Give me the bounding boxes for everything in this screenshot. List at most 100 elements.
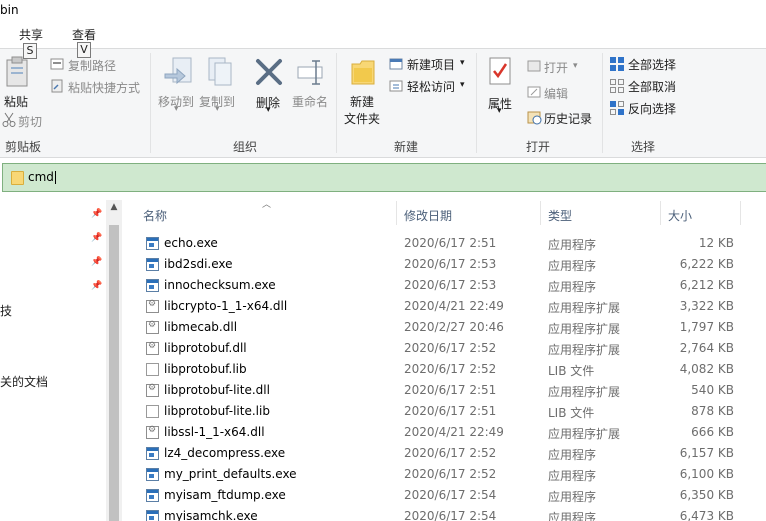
column-divider[interactable] [396,201,397,225]
file-type: LIB 文件 [548,364,595,378]
new-item-dropdown-icon: ▾ [460,58,465,68]
file-size: 2,764 KB [679,341,734,355]
file-name: libssl-1_1-x64.dll [164,425,265,439]
file-type: 应用程序扩展 [548,301,621,315]
open-icon [527,60,541,72]
paste-button[interactable]: 粘贴 [4,93,28,110]
sort-ascending-icon: ︿ [262,200,272,210]
copy-to-dropdown-icon: ▾ [215,104,220,114]
file-size: 3,322 KB [679,299,734,313]
file-modified: 2020/6/17 2:54 [404,509,497,521]
file-row[interactable]: innochecksum.exe 2020/6/17 2:53 应用程序 6,212 … [124,275,766,296]
column-divider[interactable] [740,201,741,225]
column-divider[interactable] [540,201,541,225]
new-folder-button[interactable]: 新建 [350,93,374,110]
file-modified: 2020/6/17 2:52 [404,467,497,481]
file-row[interactable]: echo.exe 2020/6/17 2:51 应用程序 12 KB [124,233,766,254]
file-name: libcrypto-1_1-x64.dll [164,299,288,313]
paste-shortcut-button[interactable]: 粘贴快捷方式 [68,79,140,96]
copy-to-icon [208,57,232,86]
paste-icon [6,56,28,87]
exe-icon [146,510,159,521]
invert-selection-button[interactable]: 反向选择 [628,100,676,117]
file-type: 应用程序 [548,469,597,483]
invert-selection-icon [610,101,624,115]
file-size: 1,797 KB [679,320,734,334]
scroll-up-arrow-icon[interactable]: ▲ [106,202,122,216]
file-size: 4,082 KB [679,362,734,376]
file-row[interactable]: libprotobuf.lib 2020/6/17 2:52 LIB 文件 4,082… [124,359,766,380]
address-bar[interactable]: cmd [2,163,766,192]
exe-icon [146,447,159,460]
nav-item-fragment[interactable]: 技 [0,302,12,319]
exe-icon [146,279,159,292]
file-row[interactable]: lz4_decompress.exe 2020/6/17 2:52 应用程序 6,15… [124,443,766,464]
tab-view[interactable]: 查看 [72,26,96,43]
select-none-button[interactable]: 全部取消 [628,78,676,95]
file-type: 应用程序扩展 [548,343,621,357]
column-divider[interactable] [660,201,661,225]
file-size: 12 KB [698,236,734,250]
file-row[interactable]: libprotobuf.dll 2020/6/17 2:52 应用程序扩展 2,764… [124,338,766,359]
new-item-button[interactable]: 新建项目 [407,56,455,73]
file-name: libprotobuf-lite.dll [164,383,270,397]
easy-access-dropdown-icon: ▾ [460,80,465,90]
file-row[interactable]: myisamchk.exe 2020/6/17 2:54 应用程序 6,473 KB [124,506,766,521]
pin-icon[interactable]: 📌 [91,257,102,267]
easy-access-button[interactable]: 轻松访问 [407,78,455,95]
file-row[interactable]: libcrypto-1_1-x64.dll 2020/4/21 22:49 应用程序… [124,296,766,317]
history-button[interactable]: 历史记录 [544,110,592,127]
file-type: 应用程序扩展 [548,427,621,441]
clipboard-group-label: 剪贴板 [5,140,42,154]
copy-path-button[interactable]: 复制路径 [68,57,116,74]
file-type: 应用程序扩展 [548,385,621,399]
select-all-button[interactable]: 全部选择 [628,56,676,73]
file-modified: 2020/6/17 2:52 [404,446,497,460]
edit-button[interactable]: 编辑 [544,85,568,102]
dll-icon [146,383,159,397]
rename-button[interactable]: 重命名 [292,93,328,110]
file-name: libprotobuf-lite.lib [164,404,270,418]
lib-icon [146,363,159,376]
copy-path-icon [50,58,64,70]
open-button[interactable]: 打开 [544,59,568,76]
file-modified: 2020/4/21 22:49 [404,425,504,439]
address-input[interactable]: cmd [28,170,56,184]
file-size: 6,212 KB [679,278,734,292]
file-name: myisam_ftdump.exe [164,488,286,502]
address-value: cmd [28,170,54,184]
file-type: 应用程序 [548,280,597,294]
column-header-size[interactable]: 大小 [668,207,692,224]
pin-icon[interactable]: 📌 [91,209,102,219]
file-row[interactable]: libssl-1_1-x64.dll 2020/4/21 22:49 应用程序扩展 6… [124,422,766,443]
column-header-name[interactable]: 名称 [143,207,167,224]
file-type: 应用程序 [548,490,597,504]
file-row[interactable]: myisam_ftdump.exe 2020/6/17 2:54 应用程序 6,350… [124,485,766,506]
file-row[interactable]: libprotobuf-lite.lib 2020/6/17 2:51 LIB 文件… [124,401,766,422]
paste-shortcut-icon [51,79,63,93]
scroll-thumb[interactable] [109,225,119,521]
file-size: 540 KB [691,383,734,397]
nav-item-fragment[interactable]: 关的文档 [0,373,48,390]
history-icon [527,111,542,125]
file-row[interactable]: libmecab.dll 2020/2/27 20:46 应用程序扩展 1,797 K… [124,317,766,338]
file-row[interactable]: my_print_defaults.exe 2020/6/17 2:52 应用程序 6… [124,464,766,485]
group-divider [476,53,477,153]
group-divider [602,53,603,153]
properties-dropdown-icon: ▾ [497,106,502,116]
nav-scrollbar[interactable]: ▲ [106,200,122,521]
pin-icon[interactable]: 📌 [91,233,102,243]
file-row[interactable]: ibd2sdi.exe 2020/6/17 2:53 应用程序 6,222 KB [124,254,766,275]
new-item-icon [389,58,403,70]
tab-share[interactable]: 共享 [19,26,43,43]
pin-icon[interactable]: 📌 [91,281,102,291]
cut-button[interactable]: 剪切 [18,113,42,130]
column-header-type[interactable]: 类型 [548,207,572,224]
open-dropdown-icon: ▾ [573,61,578,71]
file-name: ibd2sdi.exe [164,257,233,271]
file-row[interactable]: libprotobuf-lite.dll 2020/6/17 2:51 应用程序扩展… [124,380,766,401]
file-name: lz4_decompress.exe [164,446,286,460]
file-size: 6,157 KB [679,446,734,460]
exe-icon [146,258,159,271]
column-header-modified[interactable]: 修改日期 [404,207,452,224]
